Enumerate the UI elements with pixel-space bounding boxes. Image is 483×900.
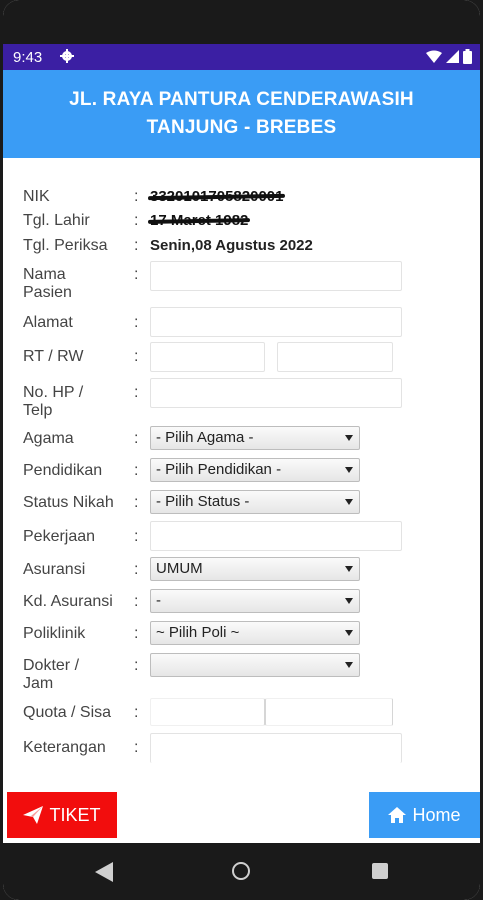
gear-icon [60,49,74,63]
row-nik: NIK : 3320101705820001 [23,188,463,208]
colon: : [134,561,139,578]
dropdown-arrow-icon [345,566,353,572]
asuransi-label: Asuransi [23,561,86,578]
nama-pasien-input[interactable] [150,261,402,291]
tgl-periksa-value: Senin,08 Agustus 2022 [150,237,313,254]
agama-selected: - Pilih Agama - [156,429,254,446]
colon: : [134,348,139,365]
colon: : [134,593,139,610]
status-nikah-select[interactable]: - Pilih Status - [150,490,360,514]
rw-input[interactable] [277,342,393,372]
header-line1: JL. RAYA PANTURA CENDERAWASIH [69,89,414,110]
asuransi-select[interactable]: UMUM [150,557,360,581]
colon: : [134,625,139,642]
tgl-periksa-label: Tgl. Periksa [23,237,108,254]
back-icon[interactable] [95,862,113,882]
no-hp-input[interactable] [150,378,402,408]
pendidikan-select[interactable]: - Pilih Pendidikan - [150,458,360,482]
colon: : [134,462,139,479]
status-nikah-label: Status Nikah [23,494,114,511]
status-bar: 9:43 [3,44,480,70]
sisa-field [265,698,393,726]
kd-asuransi-select[interactable]: - [150,589,360,613]
nik-label: NIK [23,188,50,205]
nama-pasien-label: Nama Pasien [23,266,72,301]
colon: : [134,494,139,511]
no-hp-label: No. HP / Telp [23,384,84,419]
home-button-label: Home [412,804,461,825]
kd-asuransi-label: Kd. Asuransi [23,593,113,610]
dropdown-arrow-icon [345,598,353,604]
pendidikan-selected: - Pilih Pendidikan - [156,461,282,478]
nav-home-icon[interactable] [232,862,250,880]
agama-select[interactable]: - Pilih Agama - [150,426,360,450]
home-icon [388,807,407,823]
tgl-lahir-redacted-text: 17 Maret 1982 [150,212,249,229]
keterangan-input[interactable] [150,733,402,763]
status-nikah-selected: - Pilih Status - [156,493,250,510]
colon: : [134,384,139,401]
colon: : [134,528,139,545]
colon: : [134,430,139,447]
phone-screen: 9:43 JL. RAYA PANTURA CENDERAWASIH TANJU… [3,0,480,900]
alamat-label: Alamat [23,314,73,331]
colon: : [134,212,139,229]
rt-input[interactable] [150,342,265,372]
agama-label: Agama [23,430,74,447]
tiket-button-label: TIKET [49,804,101,825]
keterangan-label: Keterangan [23,739,106,756]
tgl-lahir-label: Tgl. Lahir [23,212,90,229]
colon: : [134,314,139,331]
wifi-icon [426,50,442,63]
pendidikan-label: Pendidikan [23,462,103,479]
pekerjaan-label: Pekerjaan [23,528,96,545]
dokter-jam-select[interactable] [150,653,360,677]
asuransi-selected: UMUM [156,560,203,577]
dropdown-arrow-icon [345,435,353,441]
dropdown-arrow-icon [345,662,353,668]
dropdown-arrow-icon [345,630,353,636]
pekerjaan-input[interactable] [150,521,402,551]
colon: : [134,704,139,721]
header-line2: TANJUNG - BREBES [146,117,337,138]
colon: : [134,657,139,674]
rt-rw-label: RT / RW [23,348,84,365]
nik-redacted-text: 3320101705820001 [150,188,284,205]
poliklinik-label: Poliklinik [23,625,86,642]
status-time: 9:43 [13,49,43,66]
dokter-jam-label: Dokter / Jam [23,657,80,692]
tgl-lahir-value: 17 Maret 1982 [150,212,248,229]
dropdown-arrow-icon [345,499,353,505]
quota-sisa-label: Quota / Sisa [23,704,112,721]
recent-apps-icon[interactable] [372,863,388,879]
colon: : [134,739,139,756]
dropdown-arrow-icon [345,467,353,473]
poliklinik-selected: ~ Pilih Poli ~ [156,624,240,641]
colon: : [134,188,139,205]
signal-icon [446,49,459,63]
android-nav-bar [3,843,480,900]
app-header: JL. RAYA PANTURA CENDERAWASIH TANJUNG - … [3,70,480,158]
kd-asuransi-selected: - [156,592,161,609]
send-icon [23,806,44,824]
home-button[interactable]: Home [369,792,480,838]
top-bezel [3,0,480,44]
colon: : [134,237,139,254]
poliklinik-select[interactable]: ~ Pilih Poli ~ [150,621,360,645]
row-tgl-lahir: Tgl. Lahir : 17 Maret 1982 [23,212,463,232]
colon: : [134,266,139,283]
alamat-input[interactable] [150,307,402,337]
quota-field [150,698,265,726]
nik-value: 3320101705820001 [150,188,283,205]
tiket-button[interactable]: TIKET [7,792,117,838]
row-tgl-periksa: Tgl. Periksa : Senin,08 Agustus 2022 [23,237,463,257]
battery-icon [463,49,472,64]
registration-form: NIK : 3320101705820001 Tgl. Lahir : 17 M… [3,158,480,770]
